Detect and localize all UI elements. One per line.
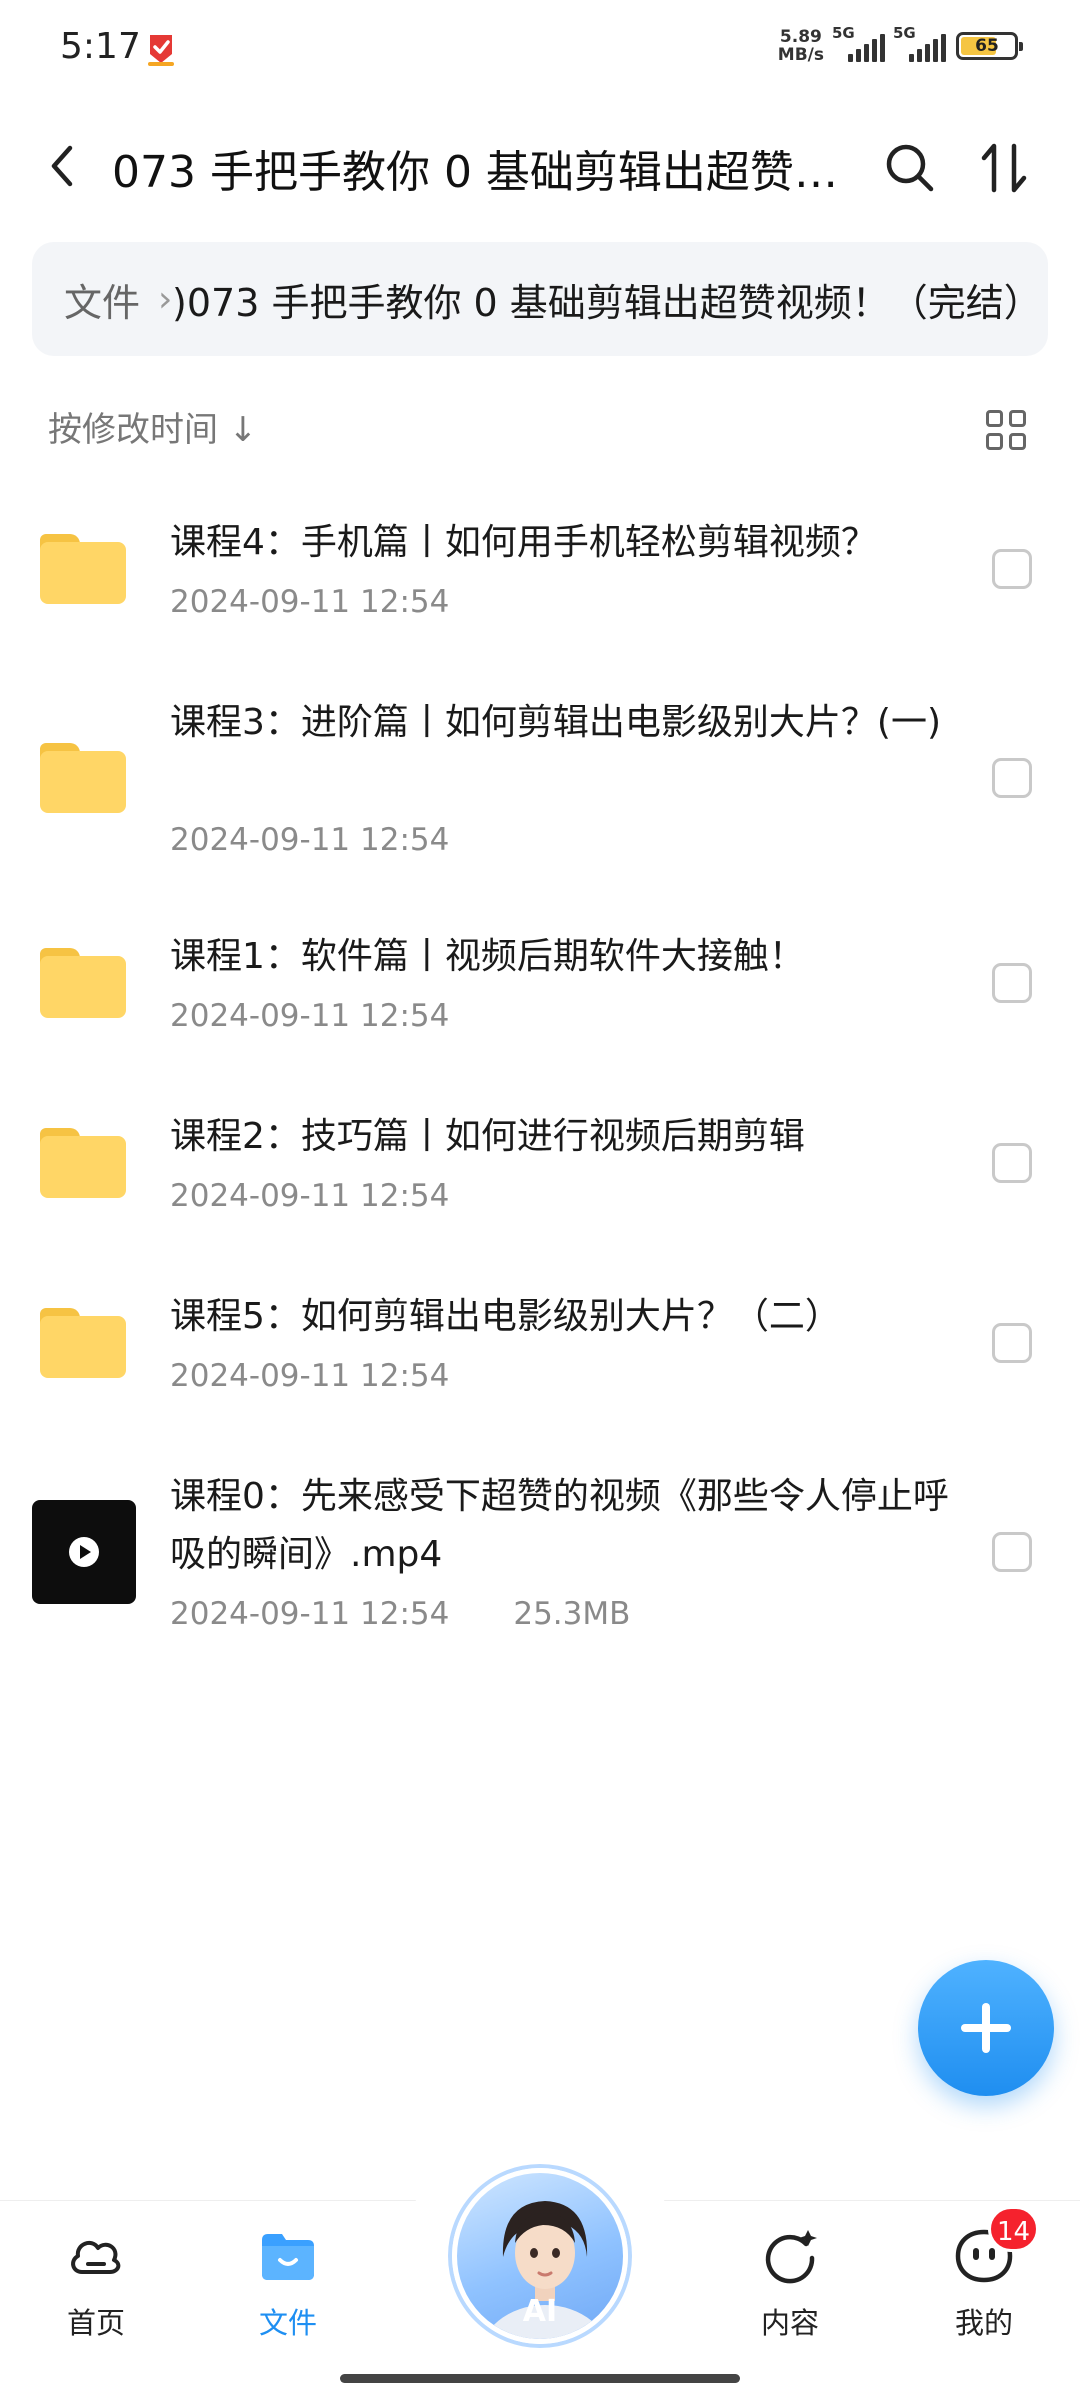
select-checkbox[interactable] — [992, 1143, 1032, 1183]
file-meta: 2024-09-11 12:54 — [170, 1178, 449, 1214]
nav-files-label: 文件 — [258, 2306, 317, 2340]
home-indicator[interactable] — [340, 2374, 740, 2383]
signal-1-icon: 5G — [832, 24, 885, 62]
nav-mine-label: 我的 — [954, 2306, 1013, 2340]
file-meta: 2024-09-11 12:54 25.3MB — [170, 1596, 630, 1632]
file-meta: 2024-09-11 12:54 — [170, 1358, 449, 1394]
cloud-home-icon — [71, 2240, 121, 2274]
play-icon — [69, 1537, 99, 1567]
file-meta: 2024-09-11 12:54 — [170, 822, 449, 858]
file-name: 课程3：进阶篇丨如何剪辑出电影级别大片？(一) — [170, 702, 941, 743]
video-file-item[interactable]: 课程0：先来感受下超赞的视频《那些令人停止呼吸的瞬间》.mp4 2024-09-1… — [0, 1424, 1080, 1644]
folder-item[interactable]: 课程2：技巧篇丨如何进行视频后期剪辑 2024-09-11 12:54 — [0, 1064, 1080, 1244]
status-indicators: 5.89 MB/s 5G 5G 65 — [777, 24, 1023, 65]
file-size: 25.3MB — [513, 1596, 631, 1632]
file-date: 2024-09-11 12:54 — [170, 1596, 450, 1632]
folder-item[interactable]: 课程1：软件篇丨视频后期软件大接触！ 2024-09-11 12:54 — [0, 884, 1080, 1064]
add-button[interactable] — [918, 1960, 1054, 2096]
file-date: 2024-09-11 12:54 — [170, 998, 450, 1034]
nav-home[interactable]: 首页 — [26, 2224, 166, 2344]
folder-icon — [40, 1128, 126, 1198]
page-title: 073 手把手教你 0 基础剪辑出超赞视频！（完结） — [112, 147, 842, 198]
sort-by-modified-time[interactable]: 按修改时间 ↓ — [48, 402, 257, 451]
file-name: 课程2：技巧篇丨如何进行视频后期剪辑 — [170, 1116, 805, 1157]
file-date: 2024-09-11 12:54 — [170, 1358, 450, 1394]
breadcrumb-root[interactable]: 文件 — [64, 272, 140, 327]
breadcrumb-current: )073 手把手教你 0 基础剪辑出超赞视频！（完结） — [172, 280, 1042, 325]
nav-content-label: 内容 — [760, 2306, 819, 2340]
sort-icon[interactable] — [978, 138, 1038, 198]
select-checkbox[interactable] — [992, 758, 1032, 798]
folder-icon — [40, 534, 126, 604]
select-checkbox[interactable] — [992, 963, 1032, 1003]
select-checkbox[interactable] — [992, 1532, 1032, 1572]
breadcrumb: 文件 › )073 手把手教你 0 基础剪辑出超赞视频！（完结） — [32, 242, 1048, 356]
content-refresh-icon — [765, 2230, 817, 2284]
network-speed: 5.89 MB/s — [777, 27, 824, 65]
app-notification-icon — [148, 35, 174, 66]
file-name: 课程4：手机篇丨如何用手机轻松剪辑视频？ — [170, 522, 877, 563]
status-bar: 5:17 5.89 MB/s 5G 5G 65 — [0, 0, 1080, 100]
folder-icon — [40, 1308, 126, 1378]
folder-files-icon — [262, 2234, 314, 2280]
back-icon[interactable] — [34, 136, 94, 196]
ai-assistant-button[interactable]: AI — [452, 2168, 628, 2344]
folder-item[interactable]: 课程4：手机篇丨如何用手机轻松剪辑视频？ 2024-09-11 12:54 — [0, 470, 1080, 650]
header: 073 手把手教你 0 基础剪辑出超赞视频！（完结） — [0, 120, 1080, 210]
signal-2-icon: 5G — [893, 24, 946, 62]
ai-label: AI — [522, 2294, 558, 2329]
folder-item[interactable]: 课程3：进阶篇丨如何剪辑出电影级别大片？(一) 2024-09-11 12:54 — [0, 650, 1080, 884]
grid-view-icon[interactable] — [982, 406, 1030, 454]
video-thumbnail — [32, 1500, 136, 1604]
search-icon[interactable] — [880, 138, 940, 198]
file-name: 课程5：如何剪辑出电影级别大片？（二） — [170, 1296, 841, 1337]
file-name: 课程0：先来感受下超赞的视频《那些令人停止呼吸的瞬间》.mp4 — [170, 1476, 949, 1575]
file-date: 2024-09-11 12:54 — [170, 822, 450, 858]
nav-files[interactable]: 文件 — [218, 2224, 358, 2344]
notification-badge: 14 — [988, 2206, 1040, 2252]
nav-content[interactable]: 内容 — [720, 2224, 860, 2344]
file-name: 课程1：软件篇丨视频后期软件大接触！ — [170, 936, 805, 977]
file-meta: 2024-09-11 12:54 — [170, 584, 449, 620]
select-checkbox[interactable] — [992, 1323, 1032, 1363]
plus-icon — [961, 2003, 1011, 2053]
battery-icon: 65 — [956, 32, 1023, 60]
status-time: 5:17 — [60, 26, 141, 67]
nav-home-label: 首页 — [66, 2306, 125, 2340]
file-date: 2024-09-11 12:54 — [170, 584, 450, 620]
file-meta: 2024-09-11 12:54 — [170, 998, 449, 1034]
folder-item[interactable]: 课程5：如何剪辑出电影级别大片？（二） 2024-09-11 12:54 — [0, 1244, 1080, 1424]
select-checkbox[interactable] — [992, 549, 1032, 589]
folder-icon — [40, 743, 126, 813]
file-date: 2024-09-11 12:54 — [170, 1178, 450, 1214]
folder-icon — [40, 948, 126, 1018]
